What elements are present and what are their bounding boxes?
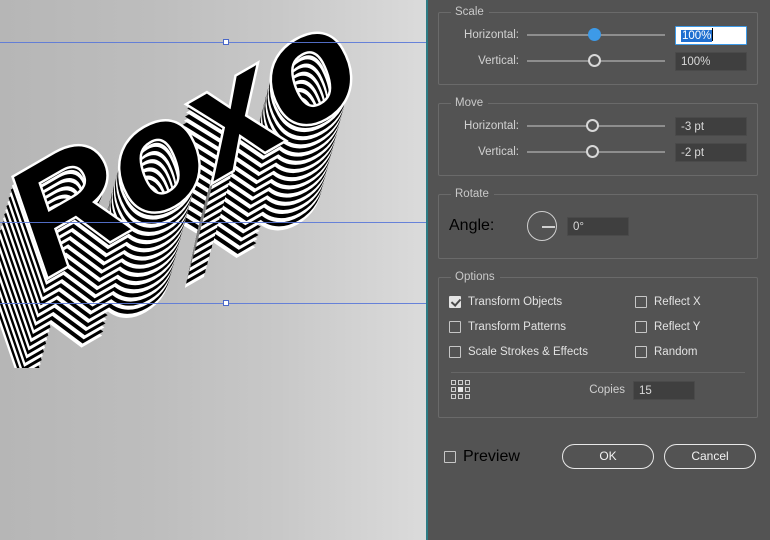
checkbox-icon[interactable]: [449, 320, 461, 333]
rotate-angle-input[interactable]: 0°: [567, 216, 629, 236]
selection-anchor-bottom[interactable]: [223, 300, 229, 306]
move-horizontal-row: Horizontal: -3 pt: [449, 113, 747, 139]
checkbox-label: Random: [654, 345, 698, 358]
scale-vertical-label: Vertical:: [478, 55, 519, 67]
preview-label: Preview: [463, 447, 520, 465]
angle-dial-hand: [542, 226, 555, 228]
rotate-angle-label: Angle:: [449, 217, 495, 234]
dialog-footer: Preview OK Cancel: [438, 430, 758, 469]
scale-group-legend: Scale: [455, 6, 484, 18]
text-caret: [712, 27, 714, 41]
checkbox-reflect-y[interactable]: Reflect Y: [635, 314, 701, 339]
illustrator-canvas[interactable]: Roxo: [0, 0, 428, 540]
checkbox-icon[interactable]: [449, 295, 461, 308]
checkbox-label: Reflect Y: [654, 320, 701, 333]
move-group-legend: Move: [455, 97, 484, 109]
checkbox-reflect-x[interactable]: Reflect X: [635, 289, 701, 314]
rotate-group: Rotate Angle: 0°: [438, 188, 758, 259]
checkbox-icon[interactable]: [635, 345, 647, 358]
checkbox-label: Transform Patterns: [468, 320, 566, 333]
artwork-roxo-extruded: Roxo: [0, 0, 428, 368]
checkbox-scale-strokes-effects[interactable]: Scale Strokes & Effects: [449, 339, 635, 364]
rotate-angle-row: Angle: 0°: [449, 204, 747, 248]
move-group: Move Horizontal: -3 pt Vertical: -2 pt: [438, 97, 758, 176]
move-horizontal-input[interactable]: -3 pt: [675, 116, 747, 136]
options-right-column: Reflect X Reflect Y Random: [635, 289, 701, 364]
scale-horizontal-input[interactable]: 100%: [675, 25, 747, 45]
checkbox-random[interactable]: Random: [635, 339, 701, 364]
checkbox-icon[interactable]: [635, 295, 647, 308]
move-horizontal-slider[interactable]: [527, 116, 665, 136]
rotate-group-legend: Rotate: [455, 188, 489, 200]
scale-group: Scale Horizontal: 100% Vertical: 100%: [438, 6, 758, 85]
checkbox-transform-patterns[interactable]: Transform Patterns: [449, 314, 635, 339]
slider-thumb[interactable]: [587, 54, 601, 67]
guide-line-middle: [0, 222, 428, 223]
reference-point-grid-icon[interactable]: [451, 380, 471, 400]
checkbox-transform-objects[interactable]: Transform Objects: [449, 289, 635, 314]
dialog-buttons: OK Cancel: [562, 444, 756, 469]
move-vertical-input[interactable]: -2 pt: [675, 142, 747, 162]
guide-line-bottom: [0, 303, 428, 304]
scale-vertical-input[interactable]: 100%: [675, 51, 747, 71]
options-left-column: Transform Objects Transform Patterns Sca…: [449, 289, 635, 364]
checkbox-icon[interactable]: [449, 345, 461, 358]
copies-input[interactable]: 15: [633, 380, 695, 400]
checkbox-label: Transform Objects: [468, 295, 563, 308]
transform-each-dialog-screen: Roxo: [0, 0, 770, 540]
guide-line-top: [0, 42, 428, 43]
options-group-legend: Options: [455, 271, 495, 283]
slider-thumb[interactable]: [587, 28, 601, 41]
scale-horizontal-input-value: 100%: [681, 29, 713, 42]
copies-row: Copies 15: [449, 373, 747, 407]
cancel-button[interactable]: Cancel: [664, 444, 756, 469]
scale-horizontal-slider[interactable]: [527, 25, 665, 45]
transform-each-panel: Scale Horizontal: 100% Vertical: 100% Mo…: [428, 0, 770, 540]
selection-anchor-top[interactable]: [223, 39, 229, 45]
checkbox-preview[interactable]: Preview: [444, 448, 520, 466]
move-vertical-label: Vertical:: [478, 146, 519, 158]
options-checkbox-grid: Transform Objects Transform Patterns Sca…: [449, 287, 747, 364]
scale-vertical-row: Vertical: 100%: [449, 48, 747, 74]
angle-dial-icon[interactable]: [527, 211, 557, 241]
ok-button[interactable]: OK: [562, 444, 654, 469]
copies-label: Copies: [589, 384, 625, 396]
move-vertical-row: Vertical: -2 pt: [449, 139, 747, 165]
checkbox-icon[interactable]: [635, 320, 647, 333]
scale-horizontal-label: Horizontal:: [464, 29, 519, 41]
move-horizontal-label: Horizontal:: [464, 120, 519, 132]
checkbox-label: Scale Strokes & Effects: [468, 345, 588, 358]
scale-vertical-slider[interactable]: [527, 51, 665, 71]
checkbox-label: Reflect X: [654, 295, 701, 308]
move-vertical-slider[interactable]: [527, 142, 665, 162]
options-group: Options Transform Objects Transform Patt…: [438, 271, 758, 418]
scale-horizontal-row: Horizontal: 100%: [449, 22, 747, 48]
slider-thumb[interactable]: [586, 119, 600, 132]
checkbox-icon[interactable]: [444, 450, 456, 463]
slider-thumb[interactable]: [586, 145, 600, 158]
